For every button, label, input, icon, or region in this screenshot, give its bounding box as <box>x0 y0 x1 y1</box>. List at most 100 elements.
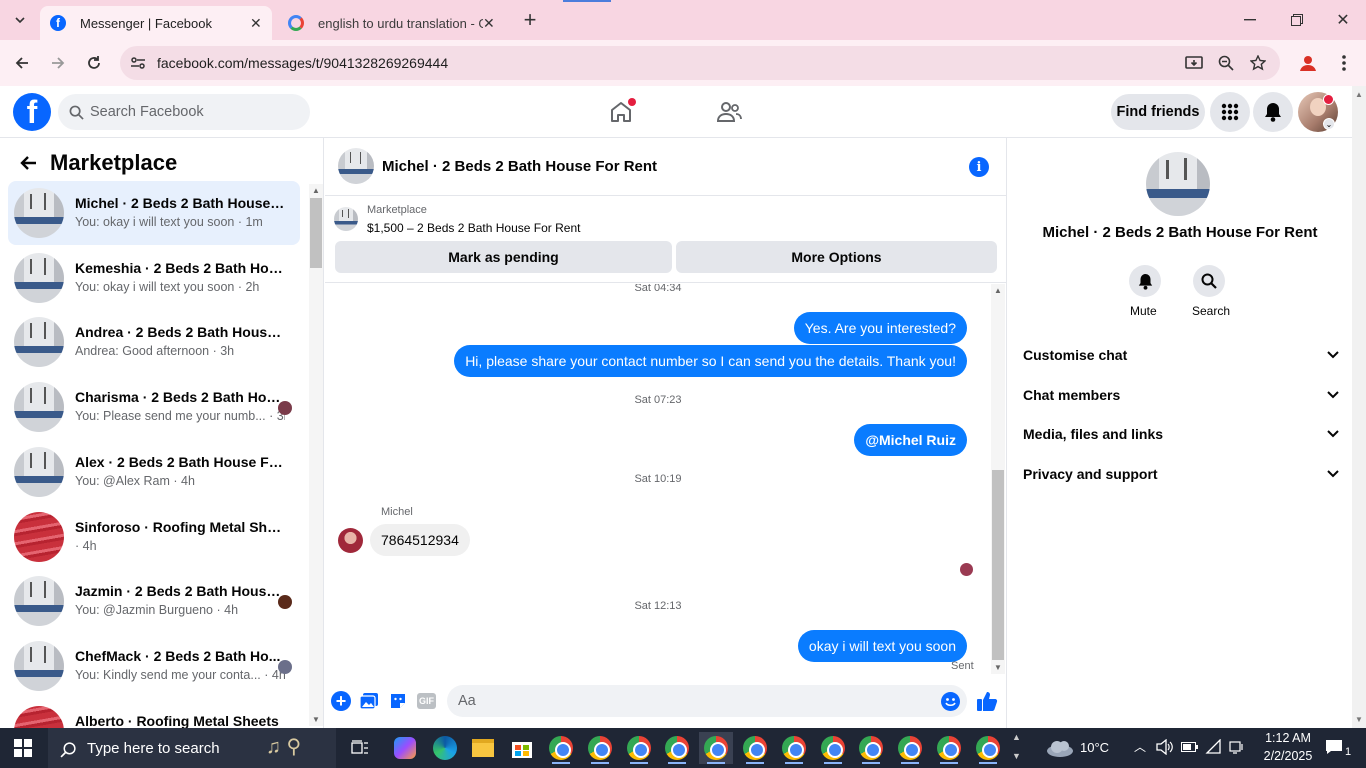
message-incoming[interactable]: 7864512934 <box>370 524 470 556</box>
listing-thumbnail[interactable] <box>334 207 358 231</box>
bookmark-star-icon[interactable] <box>1246 51 1270 75</box>
mute-bell-icon[interactable] <box>1129 265 1161 297</box>
taskbar-search-box[interactable]: Type here to search ♫ ⚲ <box>48 728 336 768</box>
back-arrow-icon[interactable] <box>16 151 40 175</box>
weather-cloud-icon[interactable] <box>1046 738 1074 758</box>
conversation-item[interactable]: ChefMack · 2 Beds 2 Bath Ho... You: Kindl… <box>8 634 300 698</box>
battery-icon[interactable] <box>1181 741 1199 755</box>
install-app-icon[interactable] <box>1182 51 1206 75</box>
conversation-item[interactable]: Andrea · 2 Beds 2 Bath House F... Andrea:… <box>8 310 300 374</box>
reload-icon[interactable] <box>82 51 106 75</box>
scroll-up-icon[interactable]: ▲ <box>1355 90 1363 99</box>
menu-grid-icon[interactable] <box>1210 92 1250 132</box>
conversation-item[interactable]: Jazmin · 2 Beds 2 Bath House... You: @Jaz… <box>8 569 300 633</box>
zoom-icon[interactable] <box>1214 51 1238 75</box>
chat-members-section[interactable]: Chat members <box>1023 377 1339 413</box>
scrollbar-thumb[interactable] <box>992 470 1004 660</box>
copilot-icon[interactable] <box>388 732 422 764</box>
minimize-icon[interactable] <box>1238 8 1262 32</box>
page-scrollbar[interactable]: ▲ ▼ <box>1352 86 1366 728</box>
chrome-taskbar-icon[interactable] <box>738 732 772 764</box>
conversation-item[interactable]: Michel · 2 Beds 2 Bath House F... You: ok… <box>8 181 300 245</box>
more-options-button[interactable]: More Options <box>676 241 997 273</box>
vpn-icon[interactable] <box>1228 739 1246 757</box>
search-in-chat-icon[interactable] <box>1193 265 1225 297</box>
sticker-icon[interactable] <box>388 691 408 711</box>
site-info-icon[interactable] <box>126 51 150 75</box>
scrollbar-thumb[interactable] <box>310 198 322 268</box>
chrome-taskbar-icon[interactable] <box>544 732 578 764</box>
volume-icon[interactable] <box>1156 739 1174 757</box>
close-window-icon[interactable]: ✕ <box>1331 8 1355 32</box>
customise-chat-section[interactable]: Customise chat <box>1023 337 1339 373</box>
info-icon[interactable]: i <box>969 157 989 177</box>
tab-messenger[interactable]: f Messenger | Facebook ✕ <box>40 6 272 40</box>
clock-date[interactable]: 2/2/2025 <box>1258 749 1318 763</box>
scroll-down-icon[interactable]: ▼ <box>1355 715 1363 724</box>
chrome-taskbar-icon[interactable] <box>622 732 656 764</box>
account-chevron-icon[interactable]: ⌄ <box>1323 118 1335 130</box>
clock-time[interactable]: 1:12 AM <box>1258 731 1318 745</box>
chrome-taskbar-icon[interactable] <box>893 732 927 764</box>
plus-icon[interactable]: + <box>331 691 351 711</box>
chrome-taskbar-icon[interactable] <box>971 732 1005 764</box>
conversation-item[interactable]: Sinforoso · Roofing Metal Sheets · 4h <box>8 505 300 569</box>
address-bar[interactable]: facebook.com/messages/t/9041328269269444 <box>120 46 1280 80</box>
home-icon[interactable] <box>606 98 636 126</box>
back-icon[interactable] <box>10 51 34 75</box>
message-outgoing[interactable]: okay i will text you soon <box>797 630 967 662</box>
emoji-icon[interactable] <box>941 692 960 711</box>
notification-center-icon[interactable] <box>1325 739 1343 755</box>
scroll-up-icon[interactable]: ▲ <box>312 186 320 195</box>
conversation-item[interactable]: Charisma · 2 Beds 2 Bath Hou... You: Plea… <box>8 375 300 439</box>
tab-translation[interactable]: english to urdu translation - Go ✕ <box>278 6 508 40</box>
gif-icon[interactable]: GIF <box>417 693 436 709</box>
media-files-section[interactable]: Media, files and links <box>1023 416 1339 452</box>
find-friends-button[interactable]: Find friends <box>1111 94 1205 130</box>
close-tab-icon[interactable]: ✕ <box>483 15 495 32</box>
scroll-down-icon[interactable]: ▼ <box>994 663 1002 672</box>
facebook-logo-icon[interactable]: f <box>13 93 51 131</box>
edge-icon[interactable] <box>428 732 462 764</box>
photo-icon[interactable] <box>359 691 379 711</box>
conversation-item[interactable]: Alberto · Roofing Metal Sheets <box>8 699 300 728</box>
wifi-icon[interactable] <box>1205 739 1223 757</box>
chrome-taskbar-icon[interactable] <box>699 732 734 764</box>
message-input[interactable]: Aa <box>447 685 967 717</box>
search-facebook-input[interactable]: Search Facebook <box>58 94 310 130</box>
tab-list-icon[interactable] <box>8 8 32 32</box>
weather-temp[interactable]: 10°C <box>1080 740 1109 755</box>
chrome-taskbar-icon[interactable] <box>932 732 966 764</box>
task-view-icon[interactable] <box>346 736 374 760</box>
conversation-item[interactable]: Alex · 2 Beds 2 Bath House For ... You: @… <box>8 440 300 504</box>
scroll-down-icon[interactable]: ▼ <box>312 715 320 724</box>
message-outgoing[interactable]: Yes. Are you interested? <box>793 312 967 344</box>
profile-avatar[interactable] <box>1146 152 1210 216</box>
conversation-item[interactable]: Kemeshia · 2 Beds 2 Bath House... You: ok… <box>8 246 300 310</box>
forward-icon[interactable] <box>46 51 70 75</box>
show-hidden-icons-icon[interactable]: ︿ <box>1134 738 1146 755</box>
message-outgoing[interactable]: Hi, please share your contact number so … <box>454 345 967 377</box>
chrome-taskbar-icon[interactable] <box>583 732 617 764</box>
store-icon[interactable] <box>505 732 539 764</box>
chrome-taskbar-icon[interactable] <box>816 732 850 764</box>
like-thumb-icon[interactable] <box>975 689 999 713</box>
scroll-up-icon[interactable]: ▲ <box>994 286 1002 295</box>
close-tab-icon[interactable]: ✕ <box>250 15 262 32</box>
windows-start-icon[interactable] <box>12 738 34 758</box>
chrome-taskbar-icon[interactable] <box>660 732 694 764</box>
chrome-taskbar-icon[interactable] <box>777 732 811 764</box>
chrome-taskbar-icon[interactable] <box>854 732 888 764</box>
restore-icon[interactable] <box>1285 8 1309 32</box>
file-explorer-icon[interactable] <box>466 732 500 764</box>
taskbar-scroll[interactable]: ▲ ▼ <box>1012 728 1024 768</box>
message-mention[interactable]: @Michel Ruiz <box>854 424 967 456</box>
new-tab-icon[interactable]: + <box>518 7 542 32</box>
mark-pending-button[interactable]: Mark as pending <box>335 241 672 273</box>
friends-icon[interactable] <box>714 98 744 126</box>
profile-icon[interactable] <box>1296 51 1320 75</box>
menu-dots-icon[interactable] <box>1332 51 1356 75</box>
notifications-bell-icon[interactable] <box>1253 92 1293 132</box>
chat-title[interactable]: Michel · 2 Beds 2 Bath House For Rent <box>382 158 657 175</box>
chat-avatar[interactable] <box>338 148 374 184</box>
